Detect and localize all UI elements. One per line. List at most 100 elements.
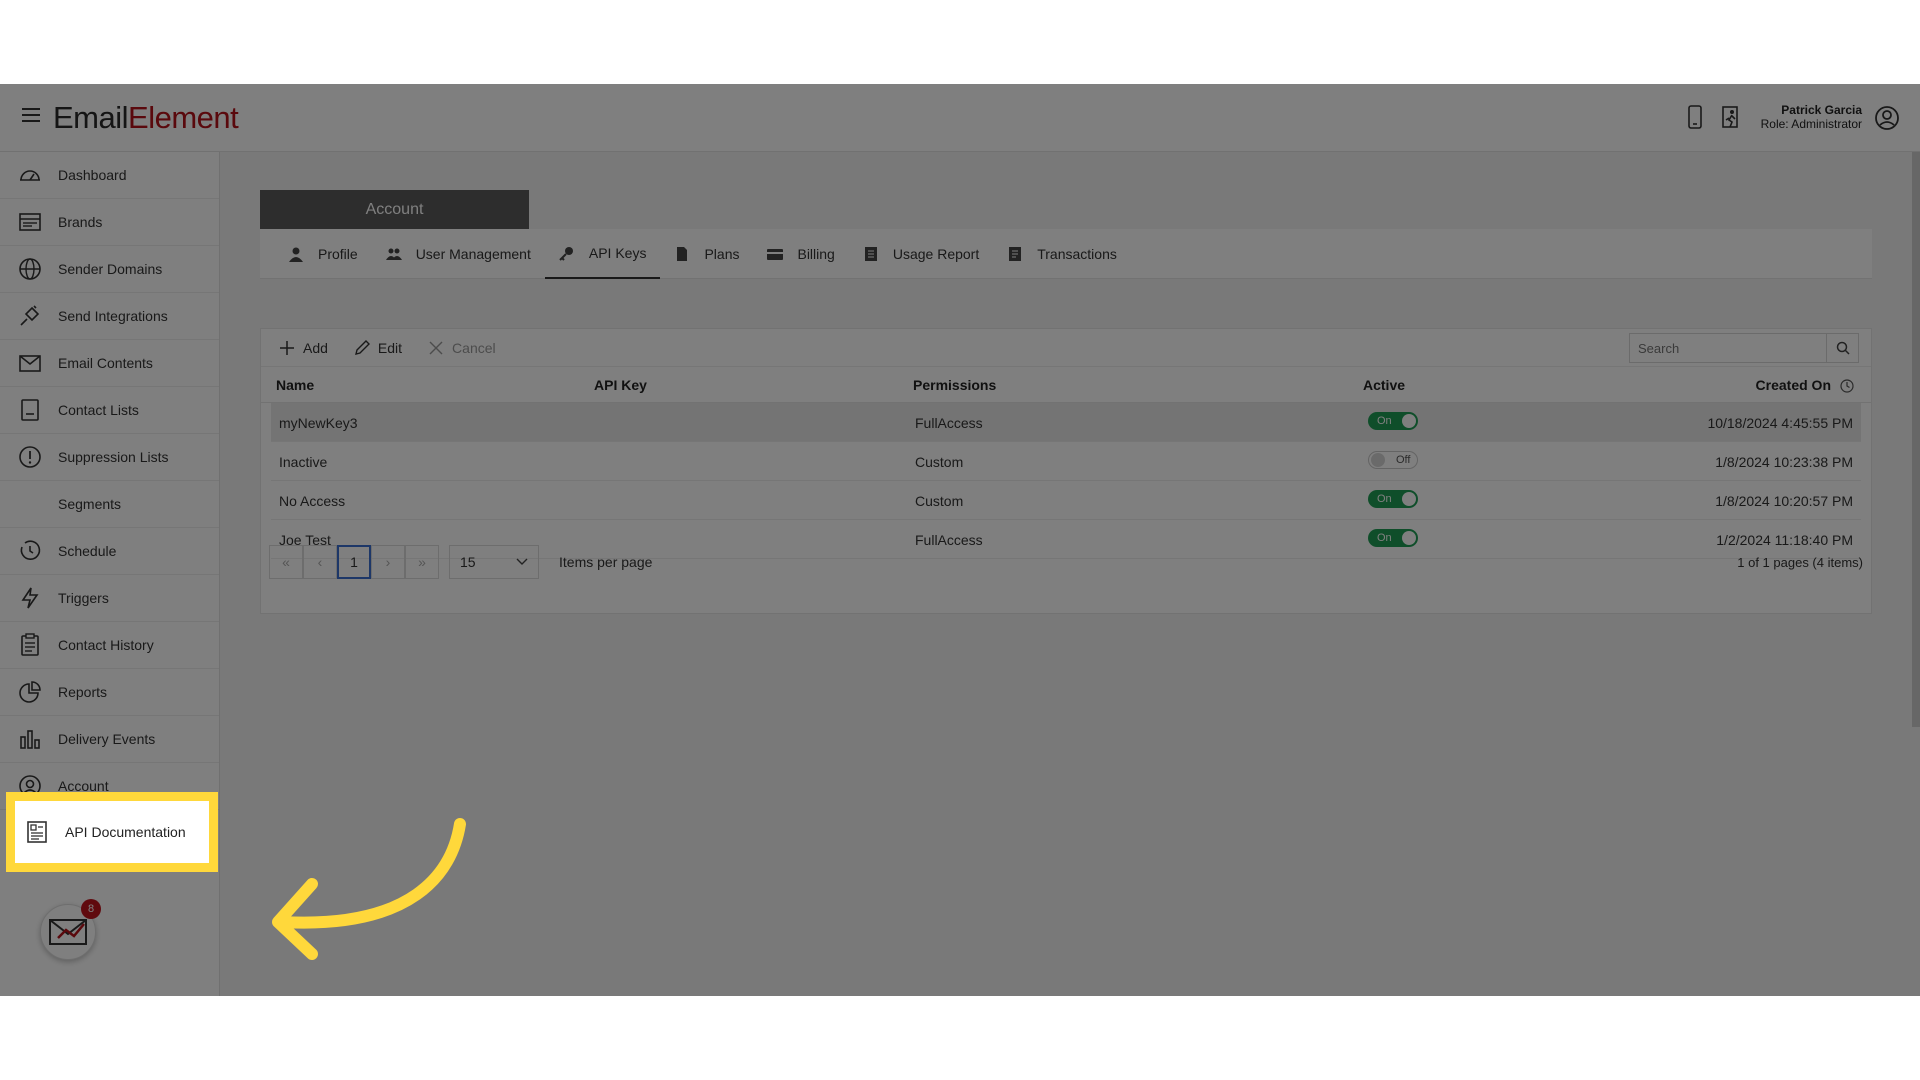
- bolt-icon: [21, 587, 39, 609]
- tab-transactions[interactable]: Transactions: [993, 229, 1131, 279]
- table-row[interactable]: No Access Custom On 1/8/2024 10:20:57 PM: [271, 481, 1861, 520]
- file-icon: [677, 246, 688, 261]
- edit-label: Edit: [377, 339, 403, 356]
- search-input[interactable]: [1630, 334, 1826, 362]
- sidebar-item-label: Reports: [58, 684, 108, 700]
- sidebar-item-contact-history[interactable]: Contact History: [0, 622, 219, 669]
- table-row[interactable]: Inactive Custom Off 1/8/2024 10:23:38 PM: [271, 442, 1861, 481]
- page-size-value: 15: [460, 554, 476, 570]
- table-row[interactable]: myNewKey3 FullAccess On 10/18/2024 4:45:…: [271, 403, 1861, 442]
- tab-label: Transactions: [1037, 245, 1117, 262]
- next-page-button[interactable]: ›: [371, 545, 405, 579]
- prev-page-button[interactable]: ‹: [303, 545, 337, 579]
- hamburger-menu-icon[interactable]: [22, 108, 40, 122]
- app-logo[interactable]: EmailElement: [53, 100, 239, 136]
- key-icon: [559, 246, 573, 261]
- sidebar-item-contact-lists[interactable]: Contact Lists: [0, 387, 219, 434]
- sidebar-item-label: API Documentation: [65, 824, 186, 840]
- items-per-page-label: Items per page: [559, 554, 653, 570]
- tab-plans[interactable]: Plans: [660, 229, 753, 279]
- notifications-mail-button[interactable]: 8: [40, 899, 101, 960]
- edit-button[interactable]: Edit: [354, 340, 402, 356]
- person-icon: [289, 247, 303, 262]
- tab-api-keys[interactable]: API Keys: [544, 229, 661, 279]
- clipboard-icon: [21, 633, 39, 656]
- table-header: Name API Key Permissions Active Created …: [261, 367, 1871, 403]
- user-avatar-icon[interactable]: [1874, 105, 1900, 131]
- globe-icon: [19, 258, 41, 280]
- tab-label: Billing: [797, 245, 835, 262]
- main-content: Account Profile User Management API Keys…: [260, 190, 1872, 614]
- credit-card-icon: [767, 248, 784, 260]
- user-name: Patrick Garcia: [1781, 103, 1862, 117]
- sidebar-item-triggers[interactable]: Triggers: [0, 575, 219, 622]
- plus-icon: [280, 340, 294, 355]
- search-button[interactable]: [1826, 334, 1858, 362]
- sidebar-item-email-contents[interactable]: Email Contents: [0, 340, 219, 387]
- sidebar-item-dashboard[interactable]: Dashboard: [0, 152, 219, 199]
- sidebar-item-api-documentation[interactable]: API Documentation: [6, 792, 218, 872]
- sidebar-item-segments[interactable]: Segments: [0, 481, 219, 528]
- column-header-api-key[interactable]: API Key: [594, 377, 647, 393]
- first-page-button[interactable]: «: [269, 545, 303, 579]
- add-button[interactable]: Add: [279, 340, 328, 356]
- pager: « ‹ 1 › » 15 Items per page: [269, 545, 652, 579]
- receipt-icon: [1009, 246, 1022, 261]
- sidebar-item-schedule[interactable]: Schedule: [0, 528, 219, 575]
- sidebar-item-label: Sender Domains: [58, 261, 163, 277]
- last-page-button[interactable]: »: [405, 545, 439, 579]
- column-header-name[interactable]: Name: [276, 377, 314, 393]
- list-icon: [21, 399, 39, 421]
- sidebar-item-label: Email Contents: [58, 355, 153, 371]
- close-icon: [429, 341, 443, 354]
- cancel-button[interactable]: Cancel: [428, 340, 496, 356]
- pager-info: 1 of 1 pages (4 items): [1737, 555, 1863, 570]
- user-info: Patrick Garcia Role: Administrator: [1761, 103, 1862, 131]
- tab-label: Plans: [704, 245, 740, 262]
- notification-count-badge: 8: [81, 899, 101, 919]
- column-header-created-on[interactable]: Created On: [1756, 377, 1831, 393]
- envelope-icon: [19, 355, 41, 372]
- tab-billing[interactable]: Billing: [753, 229, 848, 279]
- account-header: Account: [260, 190, 529, 229]
- sidebar-item-label: Dashboard: [58, 167, 127, 183]
- active-toggle[interactable]: Off: [1368, 451, 1418, 469]
- sidebar-item-sender-domains[interactable]: Sender Domains: [0, 246, 219, 293]
- cell-created-on: 1/8/2024 10:20:57 PM: [1715, 493, 1853, 509]
- sidebar-item-label: Schedule: [58, 543, 117, 559]
- dashboard-icon: [20, 170, 40, 181]
- sidebar-item-reports[interactable]: Reports: [0, 669, 219, 716]
- tab-user-management[interactable]: User Management: [372, 229, 545, 279]
- add-label: Add: [303, 339, 328, 356]
- users-icon: [385, 248, 402, 260]
- tab-label: User Management: [415, 245, 531, 262]
- sidebar-item-label: Delivery Events: [58, 731, 156, 747]
- bar-chart-icon: [20, 730, 40, 749]
- sidebar-item-send-integrations[interactable]: Send Integrations: [0, 293, 219, 340]
- cell-name: No Access: [279, 493, 346, 509]
- mobile-icon[interactable]: [1684, 104, 1706, 130]
- cell-permissions: FullAccess: [915, 532, 983, 548]
- active-toggle[interactable]: On: [1368, 490, 1418, 508]
- sidebar-item-label: Triggers: [58, 590, 109, 606]
- column-header-permissions[interactable]: Permissions: [913, 377, 996, 393]
- user-role: Role: Administrator: [1760, 117, 1862, 131]
- active-toggle[interactable]: On: [1368, 529, 1418, 547]
- sidebar-item-suppression-lists[interactable]: Suppression Lists: [0, 434, 219, 481]
- app-window: EmailElement Patrick Garcia Role: Admini…: [0, 84, 1920, 996]
- tab-usage-report[interactable]: Usage Report: [849, 229, 993, 279]
- cell-name: myNewKey3: [279, 415, 358, 431]
- column-header-active[interactable]: Active: [1363, 377, 1405, 393]
- logout-icon[interactable]: [1720, 104, 1742, 130]
- page-button-current[interactable]: 1: [337, 545, 371, 579]
- tab-profile[interactable]: Profile: [274, 229, 372, 279]
- mail-icon: [49, 919, 87, 945]
- tab-label: Usage Report: [892, 245, 980, 262]
- sidebar-item-label: Send Integrations: [58, 308, 168, 324]
- sidebar-item-delivery-events[interactable]: Delivery Events: [0, 716, 219, 763]
- active-toggle[interactable]: On: [1368, 412, 1418, 430]
- sidebar-item-brands[interactable]: Brands: [0, 199, 219, 246]
- tab-label: API Keys: [588, 244, 647, 261]
- page-size-select[interactable]: 15: [449, 545, 539, 579]
- scrollbar[interactable]: [1912, 152, 1920, 727]
